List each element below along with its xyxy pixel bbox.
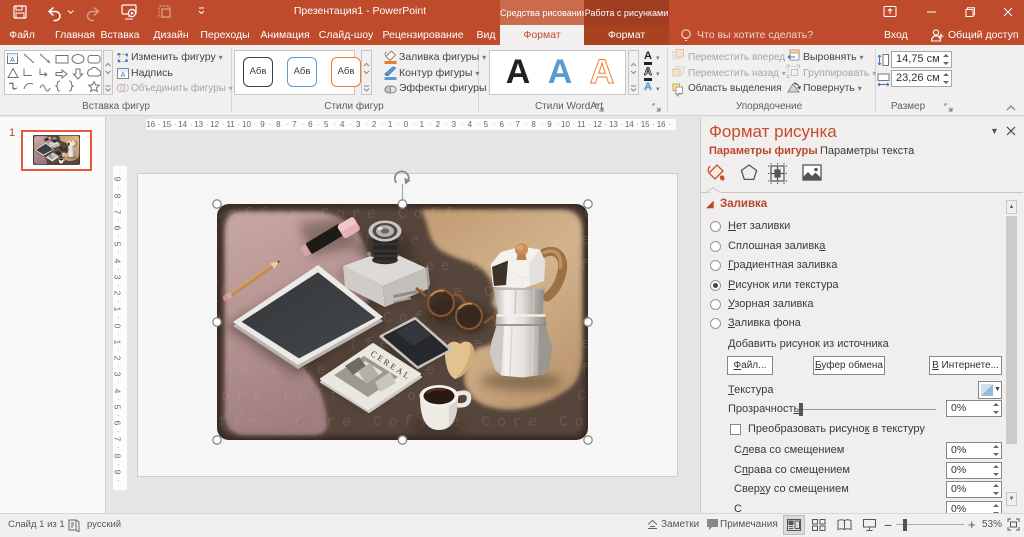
svg-text:A: A xyxy=(120,70,125,79)
svg-text:A: A xyxy=(10,57,15,64)
svg-text:Coffee Core Coffee Core Coffee: Coffee Core Coffee Core Coffee Core Coff… xyxy=(137,388,678,405)
svg-text:Coffee Core Coffee Core Coffee: Coffee Core Coffee Core Coffee Core Coff… xyxy=(212,206,678,223)
